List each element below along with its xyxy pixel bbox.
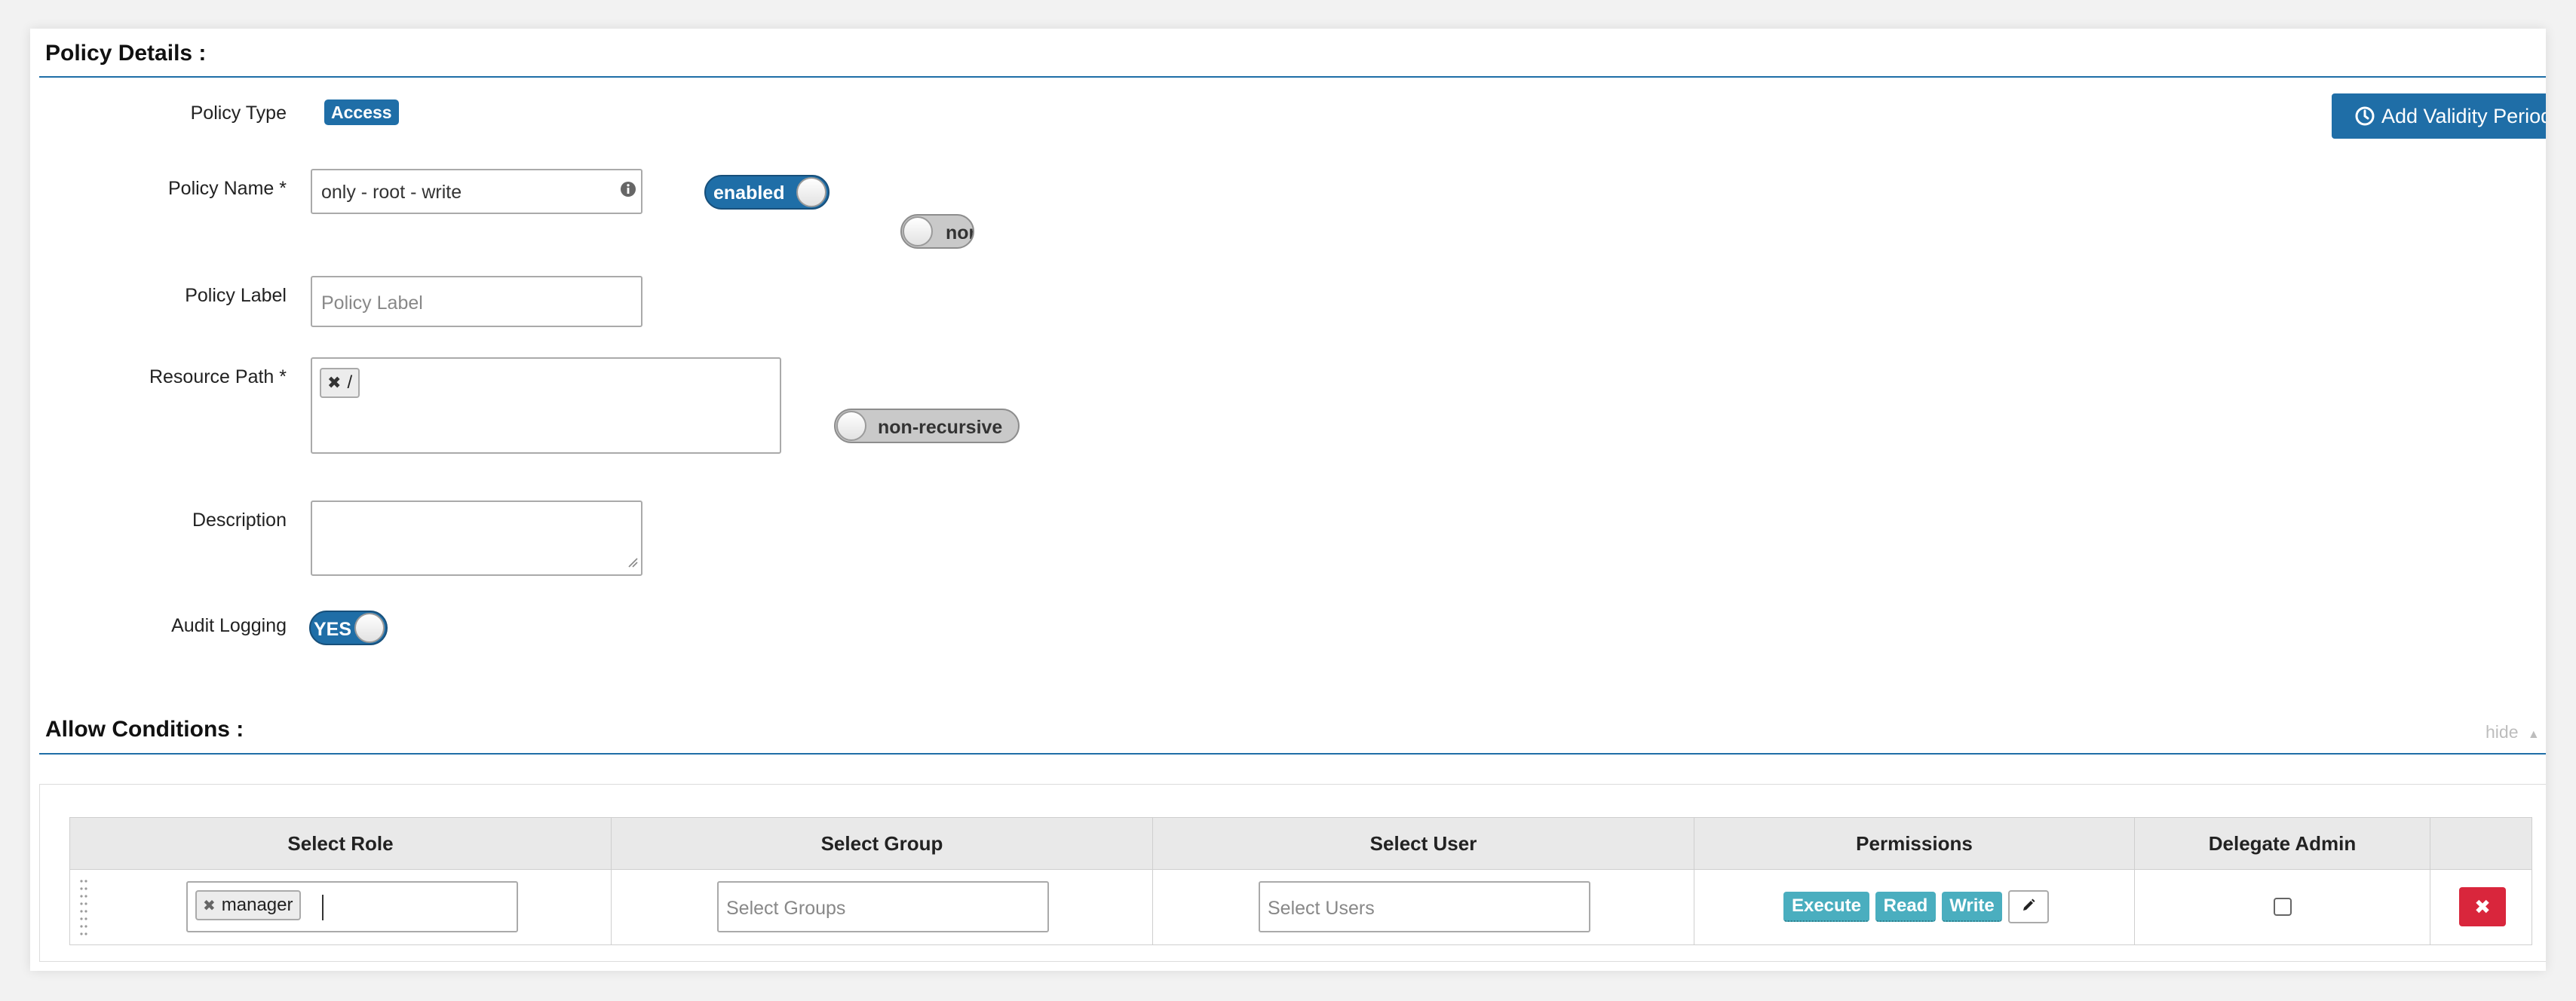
audit-logging-toggle-label: YES [314,619,352,640]
policy-type-label: Policy Type [190,103,287,124]
column-header-select-group-text: Select Group [820,831,943,855]
allow-conditions-divider [39,753,2546,755]
audit-logging-toggle-knob [354,613,385,643]
policy-form-panel: Policy Details : Add Validity Period Pol… [30,29,2546,971]
permission-badge-execute: Execute [1783,892,1869,922]
add-validity-period-label: Add Validity Period [2381,104,2546,127]
allow-conditions-title: Allow Conditions : [45,717,244,742]
role-select-input[interactable]: ✖ manager [186,881,518,932]
policy-name-value: only - root - write [321,182,462,203]
policy-label-placeholder: Policy Label [321,292,423,314]
info-icon [620,181,636,201]
audit-logging-label: Audit Logging [171,615,287,636]
resource-path-tag: ✖ / [320,368,360,398]
role-cell: ✖ manager [70,869,612,944]
user-select-placeholder: Select Users [1268,898,1375,919]
permission-badge-read: Read [1875,892,1936,922]
column-header-select-group: Select Group [612,818,1153,869]
column-header-select-role-text: Select Role [287,831,394,855]
policy-details-title: Policy Details : [45,41,207,66]
remove-role-icon[interactable]: ✖ [203,896,216,915]
delegate-admin-checkbox[interactable] [2273,898,2292,916]
edit-permissions-button[interactable] [2008,890,2049,923]
non-recursive-toggle-knob [836,411,866,441]
add-validity-period-button[interactable]: Add Validity Period [2332,93,2546,139]
group-select-input[interactable]: Select Groups [717,881,1049,932]
group-select-placeholder: Select Groups [726,898,846,919]
non-recursive-toggle-label: non-recursive [878,417,1003,438]
close-icon: ✖ [2474,895,2491,918]
description-textarea[interactable] [311,501,642,576]
resource-path-input[interactable]: ✖ / [311,357,781,454]
policy-override-toggle[interactable]: nor [900,214,974,249]
pencil-icon [2021,898,2036,917]
policy-type-badge: Access [324,99,399,125]
column-header-delegate-admin: Delegate Admin [2135,818,2430,869]
column-header-actions [2430,818,2532,869]
column-header-delegate-admin-text: Delegate Admin [2208,831,2357,855]
policy-enabled-toggle[interactable]: enabled [704,175,830,210]
role-tag: ✖ manager [195,890,301,920]
resource-path-label: Resource Path * [149,366,287,387]
column-header-permissions: Permissions [1694,818,2135,869]
delegate-admin-cell [2135,869,2430,944]
hide-label: hide [2486,722,2519,742]
user-cell: Select Users [1153,869,1694,944]
permission-badge-write: Write [1942,892,2002,922]
hide-toggle-link[interactable]: hide ▲ [2486,722,2540,742]
column-header-select-user-text: Select User [1369,831,1477,855]
text-cursor [322,895,324,920]
non-recursive-toggle[interactable]: non-recursive [834,409,1020,443]
policy-enabled-toggle-label: enabled [713,182,785,204]
delete-row-button[interactable]: ✖ [2459,887,2506,926]
user-select-input[interactable]: Select Users [1259,881,1590,932]
column-header-select-user: Select User [1153,818,1694,869]
description-label: Description [192,510,287,531]
conditions-table-header: Select Role Select Group Select User Per… [70,818,2532,870]
policy-label-input[interactable]: Policy Label [311,276,642,327]
audit-logging-toggle[interactable]: YES [309,611,388,645]
resource-path-tag-text: / [347,372,353,393]
remove-tag-icon[interactable]: ✖ [327,373,341,393]
policy-name-input[interactable]: only - root - write [311,169,642,214]
policy-enabled-toggle-knob [796,177,826,207]
policy-label-label: Policy Label [185,285,287,306]
role-tag-text: manager [221,895,293,915]
conditions-table: Select Role Select Group Select User Per… [69,817,2532,945]
clock-icon [2354,106,2375,127]
permissions-cell: Execute Read Write [1694,869,2135,944]
policy-details-divider [39,76,2546,78]
actions-cell: ✖ [2430,869,2532,944]
policy-override-toggle-label: nor [946,222,974,243]
resize-handle-icon[interactable] [627,557,638,571]
caret-up-icon: ▲ [2527,728,2540,741]
group-cell: Select Groups [612,869,1153,944]
table-row: ✖ manager Select Groups Select Users Exe… [70,869,2532,944]
policy-override-toggle-knob [903,216,933,246]
column-header-select-role: Select Role [70,818,612,869]
policy-name-label: Policy Name * [168,178,287,199]
column-header-permissions-text: Permissions [1856,831,1973,855]
